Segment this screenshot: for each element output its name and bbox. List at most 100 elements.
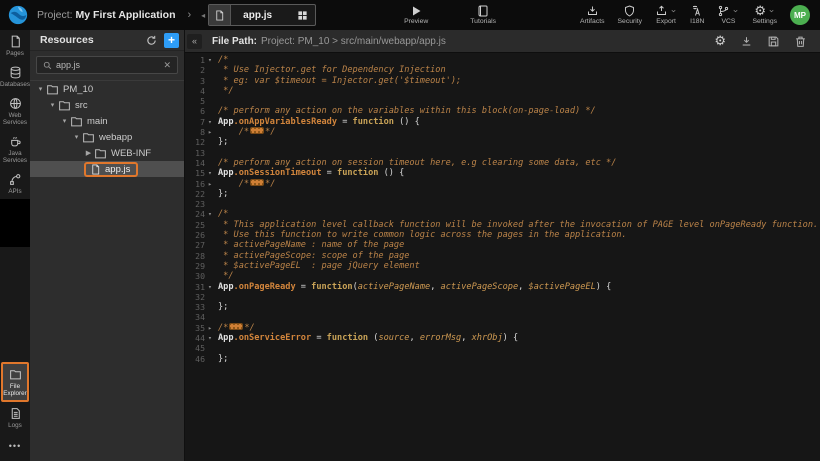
more-options-icon[interactable]: ••• (9, 433, 21, 461)
sidebar-item-web-services[interactable]: Web Services (0, 92, 30, 130)
fold-open-icon[interactable]: ▾ (208, 210, 212, 218)
code-line: 34 (185, 312, 820, 322)
tree-node-app.js[interactable]: app.js (30, 161, 184, 177)
chevron-down-icon (768, 5, 775, 17)
caret-down-icon[interactable]: ▾ (36, 85, 45, 93)
grid-icon[interactable] (290, 10, 315, 21)
code-line: 4 */ (185, 86, 820, 96)
topbar-item-label: Artifacts (580, 18, 605, 25)
topbar-item-label: Settings (752, 18, 777, 25)
settings-button[interactable]: ⚙ (714, 35, 726, 47)
database-icon (9, 66, 22, 79)
fold-open-icon[interactable]: ▾ (208, 118, 212, 126)
download-button[interactable] (740, 35, 753, 48)
sidebar-item-databases[interactable]: Databases (0, 61, 30, 92)
folded-code-widget[interactable] (229, 323, 243, 330)
editor-toolbar: ⚙ (714, 35, 820, 48)
sidebar-item-file-explorer[interactable]: File Explorer (1, 362, 29, 402)
caret-down-icon[interactable]: ▾ (60, 117, 69, 125)
line-number: 34 (185, 312, 205, 322)
sidebar-item-java-services[interactable]: Java Services (0, 130, 30, 168)
line-number: 6 (185, 106, 205, 116)
folded-code-widget[interactable] (250, 127, 264, 134)
tab-label: app.js (231, 10, 290, 21)
line-number: 23 (185, 199, 205, 209)
search-input[interactable]: app.js (56, 60, 159, 70)
line-number: 45 (185, 343, 205, 353)
folded-code-widget[interactable] (250, 179, 264, 186)
caret-right-icon[interactable]: ▶ (84, 149, 93, 157)
preview-button[interactable]: Preview (404, 5, 428, 25)
code-line: 26 * Use this function to write common l… (185, 230, 820, 240)
delete-button[interactable] (794, 35, 807, 48)
tutorials-button[interactable]: Tutorials (470, 5, 496, 25)
tutorials-label: Tutorials (470, 18, 496, 25)
project-label: Project: (37, 9, 73, 21)
topbar-item-security[interactable]: Security (618, 5, 643, 25)
topbar-item-i18n[interactable]: I18N (690, 5, 704, 25)
file-path-value: Project: PM_10 > src/main/webapp/app.js (261, 36, 446, 47)
delete-icon (794, 35, 807, 48)
line-number: 44 (185, 333, 205, 343)
code-line: 1 ▾ /* (185, 55, 820, 65)
sidebar-item-logs[interactable]: Logs (0, 402, 30, 433)
file-icon (90, 164, 101, 175)
line-number: 22 (185, 189, 205, 199)
clear-search-icon[interactable]: ✕ (163, 60, 171, 71)
tree-node-main[interactable]: ▾main (30, 113, 184, 129)
resource-search-box[interactable]: app.js ✕ (36, 56, 178, 74)
sidebar-item-label: File Explorer (3, 383, 27, 397)
topbar-item-settings[interactable]: ⚙ Settings (752, 5, 777, 25)
caret-down-icon[interactable]: ▾ (48, 101, 57, 109)
line-number: 8 (185, 127, 205, 137)
line-number: 14 (185, 158, 205, 168)
fold-closed-icon[interactable]: ▸ (208, 128, 212, 136)
project-name: My First Application (76, 9, 176, 21)
code-line: 2 * Use Injector.get for Dependency Inje… (185, 65, 820, 75)
fold-open-icon[interactable]: ▾ (208, 56, 212, 64)
topbar-item-vcs[interactable]: VCS (717, 5, 739, 25)
tree-node-web-inf[interactable]: ▶WEB-INF (30, 145, 184, 161)
code-line: 46 }; (185, 354, 820, 364)
save-button[interactable] (767, 35, 780, 48)
fold-open-icon[interactable]: ▾ (208, 283, 212, 291)
topbar-item-export[interactable]: Export (655, 5, 677, 25)
tree-node-pm_10[interactable]: ▾PM_10 (30, 81, 184, 97)
folder-icon (94, 147, 107, 160)
sidebar-item-label: Java Services (0, 150, 30, 164)
caret-down-icon[interactable]: ▾ (72, 133, 81, 141)
sidebar-item-pages[interactable]: Pages (0, 30, 30, 61)
app-logo-icon[interactable] (7, 4, 29, 26)
fold-closed-icon[interactable]: ▸ (208, 324, 212, 332)
tab-appjs[interactable]: app.js (208, 4, 316, 26)
add-resource-button[interactable]: + (164, 33, 179, 48)
tree-node-label: src (75, 100, 88, 111)
topbar-right-group: Artifacts Security Export I18N VCS ⚙ Set… (580, 5, 820, 25)
collapse-panel-icon[interactable]: « (187, 34, 202, 49)
topbar-item-label: VCS (721, 18, 735, 25)
line-number: 5 (185, 96, 205, 106)
sidebar-item-label: Pages (6, 50, 24, 57)
project-breadcrumb[interactable]: Project: My First Application (37, 9, 175, 21)
sidebar-item-apis[interactable]: APIs (0, 168, 30, 199)
code-area[interactable]: 1 ▾ /* 2 * Use Injector.get for Dependen… (185, 53, 820, 461)
wavemaker-studio: Project: My First Application › ◂ app.js… (0, 0, 820, 461)
breadcrumb-chevron-icon: › (187, 9, 191, 21)
tree-node-src[interactable]: ▾ src (30, 97, 184, 113)
tab-scroll-left-icon[interactable]: ◂ (201, 11, 205, 20)
code-line: 12 }; (185, 137, 820, 147)
topbar-item-artifacts[interactable]: Artifacts (580, 5, 605, 25)
code-line: 28 * activePageScope: scope of the page (185, 251, 820, 261)
user-avatar[interactable]: MP (790, 5, 810, 25)
fold-open-icon[interactable]: ▾ (208, 334, 212, 342)
tree-node-label: app.js (105, 164, 130, 175)
code-line: 5 (185, 96, 820, 106)
line-number: 35 (185, 323, 205, 333)
folder-icon (9, 368, 22, 381)
fold-open-icon[interactable]: ▾ (208, 169, 212, 177)
tree-node-webapp[interactable]: ▾webapp (30, 129, 184, 145)
play-icon (410, 5, 422, 17)
line-number: 32 (185, 292, 205, 302)
fold-closed-icon[interactable]: ▸ (208, 180, 212, 188)
refresh-icon[interactable] (146, 35, 157, 46)
